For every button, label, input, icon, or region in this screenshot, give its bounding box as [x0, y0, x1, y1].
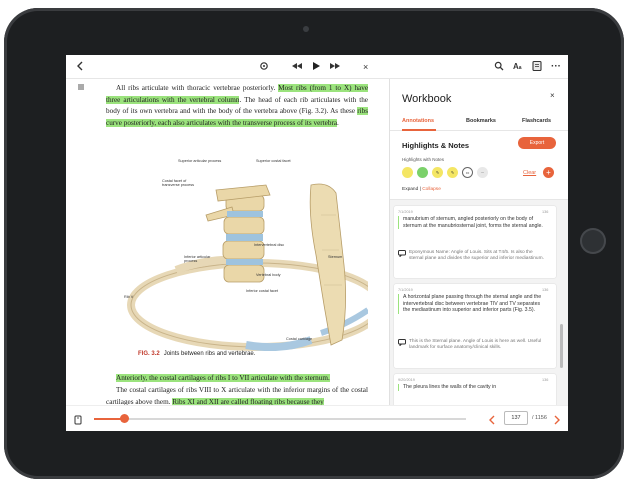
- tab-annotations[interactable]: Annotations: [402, 118, 434, 124]
- paragraph-2: Anteriorly, the costal cartilages of rib…: [106, 373, 368, 385]
- active-tab-indicator: [402, 129, 436, 131]
- caption-text: Joints between ribs and vertebrae.: [163, 351, 256, 357]
- anatomy-illustration: [127, 183, 385, 352]
- label-intervertebral: Intervertebral disc: [254, 243, 285, 247]
- close-icon[interactable]: ×: [550, 91, 555, 100]
- page-slider[interactable]: [94, 414, 466, 423]
- workbook-title: Workbook: [402, 93, 452, 105]
- home-button[interactable]: [580, 228, 606, 254]
- close-audio-button[interactable]: ×: [363, 59, 368, 75]
- note-icon: ✎: [450, 170, 455, 175]
- filter-label: Highlights with Notes: [402, 157, 445, 162]
- export-button[interactable]: Export: [518, 137, 556, 149]
- gear-icon[interactable]: [258, 59, 270, 73]
- card-note: This is the Sternal plane. Angle of Loui…: [398, 339, 548, 351]
- card-date: 7/1/2019: [398, 288, 413, 292]
- label-superior-articular: Superior articular process: [178, 159, 222, 163]
- highlight[interactable]: Anteriorly, the costal cartilages of rib…: [116, 374, 330, 382]
- figure-number: FIG. 3.2: [138, 351, 160, 357]
- label-costal-facet: Costal facet of transverse process: [162, 179, 195, 187]
- card-note: Eponymous Name: Angle of Louis. Sits at …: [398, 250, 548, 262]
- filter-yellow-swatch[interactable]: [402, 167, 413, 178]
- workbook-tabs: Annotations Bookmarks Flashcards: [390, 115, 568, 131]
- filter-green-swatch[interactable]: [417, 167, 428, 178]
- annotation-card[interactable]: 7/1/2019 136 A horizontal plane passing …: [394, 284, 556, 368]
- rewind-icon[interactable]: [291, 59, 303, 73]
- slider-knob[interactable]: [119, 414, 129, 423]
- clear-button[interactable]: Clear: [523, 170, 536, 176]
- annotation-list: 7/1/2019 136 manubrium of sternum, angle…: [390, 199, 568, 405]
- font-settings-button[interactable]: Aa: [513, 59, 522, 76]
- annotation-card[interactable]: 9/20/2019 136 The pleura lines the walls…: [394, 374, 556, 405]
- scrollbar[interactable]: [560, 324, 563, 368]
- card-page: 136: [542, 378, 549, 382]
- more-filters-button[interactable]: ···: [477, 167, 488, 178]
- play-icon[interactable]: [311, 59, 321, 73]
- card-quote: A horizontal plane passing through the s…: [398, 294, 548, 314]
- label-costal-cartilage: Costal cartilage: [286, 337, 313, 341]
- label-superior-costal: Superior costal facet: [256, 159, 291, 163]
- menu-icon[interactable]: [77, 83, 85, 93]
- text-segment: All ribs articulate with thoracic verteb…: [116, 84, 279, 92]
- reader-pane: All ribs articulate with thoracic verteb…: [66, 79, 388, 406]
- highlights-notes-title: Highlights & Notes: [402, 141, 470, 150]
- label-vertebral-body: Vertebral body: [256, 273, 281, 277]
- page-total: / 1156: [532, 415, 547, 421]
- chevron-left-icon[interactable]: [488, 413, 496, 431]
- card-quote: manubrium of sternum, angled posteriorly…: [398, 216, 548, 230]
- rib-vertebra-figure: Superior articular process Superior cost…: [106, 155, 385, 352]
- card-date: 7/1/2019: [398, 210, 413, 214]
- ellipsis-icon: ···: [480, 170, 485, 175]
- bottom-bar: 137 / 1156: [66, 405, 568, 431]
- figure-caption: FIG. 3.2 Joints between ribs and vertebra…: [138, 351, 255, 357]
- card-note-text: This is the Sternal plane. Angle of Loui…: [409, 339, 542, 350]
- workbook-icon[interactable]: [532, 59, 543, 73]
- card-page: 136: [542, 210, 549, 214]
- collapse-button[interactable]: Collapse: [422, 187, 441, 192]
- card-page: 136: [542, 288, 549, 292]
- expand-collapse: Expand | Collapse: [402, 187, 441, 192]
- bookmark-icon[interactable]: [74, 413, 82, 431]
- camera-icon: [303, 26, 309, 32]
- page-number-input[interactable]: 137: [504, 411, 528, 425]
- top-toolbar: × Aa ···: [66, 55, 568, 79]
- card-quote: The pleura lines the walls of the cavity…: [398, 384, 548, 391]
- chevron-right-icon[interactable]: [553, 413, 561, 431]
- expand-button[interactable]: Expand: [402, 187, 418, 192]
- chevron-left-icon[interactable]: [76, 59, 84, 73]
- tab-bookmarks[interactable]: Bookmarks: [466, 118, 496, 124]
- label-rib-v: Rib V: [124, 295, 134, 299]
- label-inferior-articular: Inferior articular process: [184, 255, 211, 263]
- note-icon: ✎: [435, 170, 440, 175]
- annotation-card[interactable]: 7/1/2019 136 manubrium of sternum, angle…: [394, 206, 556, 278]
- filter-yellow-note-swatch-2[interactable]: ✎: [447, 167, 458, 178]
- comment-icon: [398, 339, 406, 349]
- card-date: 9/20/2019: [398, 378, 415, 382]
- add-icon[interactable]: +: [543, 167, 554, 178]
- tab-flashcards[interactable]: Flashcards: [522, 118, 551, 124]
- label-sternum: Sternum: [328, 255, 343, 259]
- more-button[interactable]: ···: [551, 59, 561, 75]
- comment-icon: ▭: [465, 170, 470, 175]
- paragraph-1: All ribs articulate with thoracic verteb…: [106, 83, 369, 129]
- comment-icon: [398, 250, 406, 260]
- text-segment: .: [337, 118, 339, 127]
- fast-forward-icon[interactable]: [329, 59, 341, 73]
- screen: × Aa ··· All ribs articulate with thorac…: [66, 55, 568, 431]
- card-note-text: Eponymous Name: Angle of Louis. Sits at …: [409, 250, 544, 261]
- workbook-panel: Workbook × Annotations Bookmarks Flashca…: [389, 79, 568, 405]
- search-icon[interactable]: [494, 59, 504, 73]
- filter-note-swatch[interactable]: ▭: [462, 167, 473, 178]
- label-inferior-costal: Inferior costal facet: [246, 289, 279, 293]
- filter-yellow-note-swatch[interactable]: ✎: [432, 167, 443, 178]
